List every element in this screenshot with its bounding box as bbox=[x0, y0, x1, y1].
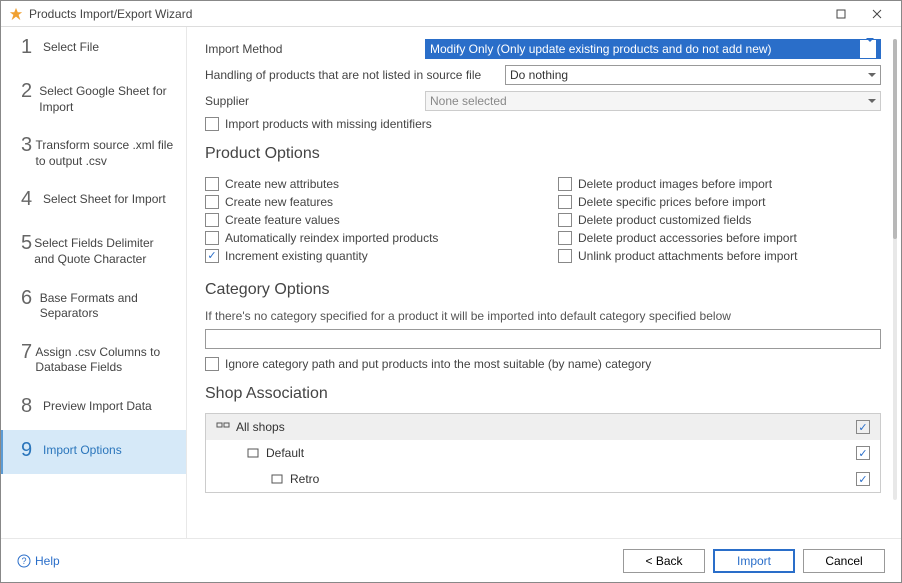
handling-select[interactable]: Do nothing bbox=[505, 65, 881, 85]
step-import-options[interactable]: 9Import Options bbox=[1, 430, 186, 474]
titlebar: Products Import/Export Wizard bbox=[1, 1, 901, 27]
unlink-attachments-checkbox[interactable] bbox=[558, 249, 572, 263]
missing-ids-checkbox[interactable] bbox=[205, 117, 219, 131]
steps-sidebar: 1Select File 2Select Google Sheet for Im… bbox=[1, 27, 187, 538]
main-panel: Import Method Modify Only (Only update e… bbox=[187, 27, 901, 538]
step-formats[interactable]: 6Base Formats and Separators bbox=[1, 278, 186, 332]
create-features-checkbox[interactable] bbox=[205, 195, 219, 209]
step-delimiter[interactable]: 5Select Fields Delimiter and Quote Chara… bbox=[1, 223, 186, 277]
shop-all-checkbox[interactable] bbox=[856, 420, 870, 434]
svg-text:?: ? bbox=[21, 556, 26, 566]
category-hint: If there's no category specified for a p… bbox=[205, 309, 881, 323]
ignore-category-checkbox[interactable] bbox=[205, 357, 219, 371]
scrollbar[interactable] bbox=[893, 39, 897, 500]
delete-prices-checkbox[interactable] bbox=[558, 195, 572, 209]
delete-accessories-checkbox[interactable] bbox=[558, 231, 572, 245]
footer: ? Help < Back Import Cancel bbox=[1, 538, 901, 582]
chevron-down-icon bbox=[868, 73, 876, 77]
supplier-label: Supplier bbox=[205, 94, 425, 108]
app-icon bbox=[9, 7, 23, 21]
product-options-heading: Product Options bbox=[205, 145, 881, 163]
step-transform-xml[interactable]: 3Transform source .xml file to output .c… bbox=[1, 125, 186, 179]
maximize-button[interactable] bbox=[825, 3, 857, 25]
wizard-window: Products Import/Export Wizard 1Select Fi… bbox=[0, 0, 902, 583]
handling-label: Handling of products that are not listed… bbox=[205, 68, 505, 82]
shop-icon bbox=[270, 472, 284, 486]
step-assign-columns[interactable]: 7Assign .csv Columns to Database Fields bbox=[1, 332, 186, 386]
step-select-file[interactable]: 1Select File bbox=[1, 27, 186, 71]
auto-reindex-checkbox[interactable] bbox=[205, 231, 219, 245]
step-google-sheet[interactable]: 2Select Google Sheet for Import bbox=[1, 71, 186, 125]
import-method-select[interactable]: Modify Only (Only update existing produc… bbox=[425, 39, 881, 59]
delete-images-checkbox[interactable] bbox=[558, 177, 572, 191]
shop-association-table: All shops Default Retro bbox=[205, 413, 881, 493]
chevron-down-icon bbox=[868, 99, 876, 103]
cancel-button[interactable]: Cancel bbox=[803, 549, 885, 573]
shop-row-retro[interactable]: Retro bbox=[206, 466, 880, 492]
import-button[interactable]: Import bbox=[713, 549, 795, 573]
back-button[interactable]: < Back bbox=[623, 549, 705, 573]
shop-default-checkbox[interactable] bbox=[856, 446, 870, 460]
chevron-down-icon bbox=[866, 38, 874, 56]
increment-quantity-checkbox[interactable] bbox=[205, 249, 219, 263]
window-title: Products Import/Export Wizard bbox=[29, 7, 825, 21]
help-link[interactable]: ? Help bbox=[17, 554, 60, 568]
close-button[interactable] bbox=[861, 3, 893, 25]
create-feature-values-checkbox[interactable] bbox=[205, 213, 219, 227]
shops-icon bbox=[216, 420, 230, 434]
supplier-select[interactable]: None selected bbox=[425, 91, 881, 111]
ignore-category-label: Ignore category path and put products in… bbox=[225, 357, 651, 371]
shop-row-default[interactable]: Default bbox=[206, 440, 880, 466]
shop-row-all[interactable]: All shops bbox=[206, 414, 880, 440]
create-attributes-checkbox[interactable] bbox=[205, 177, 219, 191]
import-method-label: Import Method bbox=[205, 42, 425, 56]
help-icon: ? bbox=[17, 554, 31, 568]
missing-ids-label: Import products with missing identifiers bbox=[225, 117, 432, 131]
step-preview[interactable]: 8Preview Import Data bbox=[1, 386, 186, 430]
default-category-select[interactable] bbox=[205, 329, 881, 349]
delete-custom-fields-checkbox[interactable] bbox=[558, 213, 572, 227]
shop-icon bbox=[246, 446, 260, 460]
step-select-sheet[interactable]: 4Select Sheet for Import bbox=[1, 179, 186, 223]
category-options-heading: Category Options bbox=[205, 281, 881, 299]
shop-retro-checkbox[interactable] bbox=[856, 472, 870, 486]
shop-association-heading: Shop Association bbox=[205, 385, 881, 403]
